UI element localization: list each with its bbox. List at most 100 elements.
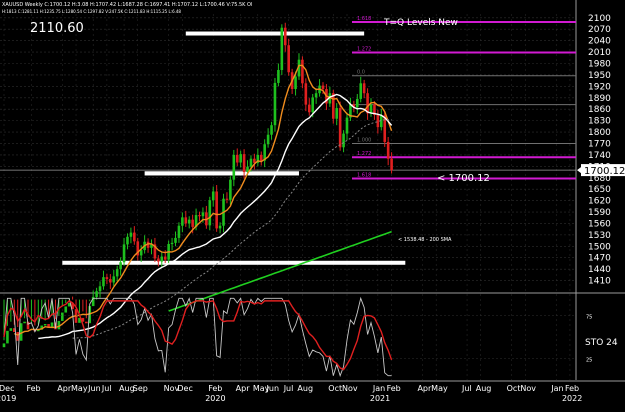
y-tick-label: 1800 [588,128,611,138]
header-ohlc: XAUUSD Weekly C:1700.12 H:3.08 H:1707.42… [2,2,252,8]
candle-body [187,219,191,224]
candle-body [235,154,239,163]
candle-body [177,225,181,238]
candle-body [301,59,304,84]
x-tick-label: Aug [476,384,492,393]
candle-body [215,191,218,229]
candle-body [239,154,242,163]
chart-background [0,0,625,407]
candle-body [157,258,160,262]
x-tick-label: Dec [0,384,14,393]
candle-body [163,256,167,260]
y-tick-label: 1740 [588,151,611,161]
x-year-label: 2022 [562,394,582,403]
y-tick-label: 1890 [588,94,611,104]
x-tick-label: Oct [507,384,521,393]
candle-body [109,279,112,283]
chart-root: 2100 2070 2040 2010 1980 1950 1920 1890 1860 1830… [0,0,625,407]
candle-body [122,244,126,263]
candle-body [280,27,284,70]
candle-body [259,154,263,161]
candle-body [338,108,342,148]
candle-body [335,108,339,119]
fib-level-label: 1.618 [357,16,371,22]
y-tick-label: 1440 [588,265,611,275]
y-tick-label: 1860 [588,105,611,115]
y-tick-label: 1650 [588,185,611,195]
candle-body [184,217,188,224]
x-tick-label: Jul [101,384,112,393]
x-tick-label: Aug [297,384,313,393]
candle-body [225,198,229,200]
candle-body [9,328,13,331]
candle-body [304,83,308,105]
candle-body [198,215,201,217]
y-tick-label: 1590 [588,208,611,218]
candle-body [181,217,184,226]
candle-body [277,69,280,83]
current-level-label: < 1700.12 [437,173,490,184]
candle-body [287,45,290,73]
candle-body [229,179,232,200]
candle-body [270,125,273,135]
candle-body [139,250,143,256]
candle-body [362,83,366,94]
candle-body [342,133,345,148]
candle-body [126,236,129,245]
y-tick-label: 1620 [588,197,611,207]
oscillator-tick-label: 25 [586,358,592,364]
candle-body [112,276,116,283]
candle-body [242,154,246,173]
x-tick-label: Jul [283,384,294,393]
fib-level-label: 1.272 [357,46,371,52]
x-year-label: 2021 [370,394,390,403]
candle-body [174,237,177,243]
fib-level-label: 1.272 [357,151,371,157]
support-zone [62,260,406,265]
x-tick-label: Nov [520,384,536,393]
candle-body [201,212,205,217]
candle-body [160,256,164,262]
candle-body [105,277,109,280]
candle-body [211,191,215,201]
candle-body [386,141,390,159]
x-tick-label: Jun [266,384,280,393]
fib-level-label: 0.0 [357,70,365,76]
x-tick-label: Jan [372,384,385,393]
candle-body [129,232,133,237]
x-tick-label: Feb [565,384,579,393]
candle-body [266,134,270,145]
price-chart[interactable]: 21002070 20402010 198019501920 18901860 1830… [0,0,625,407]
y-tick-label: 1980 [588,60,611,70]
candle-body [191,219,194,227]
y-tick-label: 1470 [588,254,611,264]
fib-level-label: 1.000 [357,137,371,143]
candle-body [85,321,88,324]
x-tick-label: Apr [236,384,251,393]
candle-body [23,321,26,324]
candle-body [61,312,64,321]
y-tick-label: 2010 [588,48,611,58]
candle-body [359,83,363,99]
candle-body [376,114,380,128]
y-tick-label: 1530 [588,231,611,241]
y-tick-label: 1770 [588,139,611,149]
candle-body [311,97,314,113]
y-tick-label: 2040 [588,37,611,47]
x-year-label: 2020 [205,394,225,403]
oscillator-label: STO 24 [585,338,618,348]
y-tick-label: 1920 [588,82,611,92]
candle-body [218,225,222,229]
candle-body [115,269,119,277]
x-tick-label: Nov [342,384,358,393]
candle-body [283,27,287,46]
x-tick-label: Jul [461,384,472,393]
support-zone [185,31,365,36]
x-tick-label: May [431,384,448,393]
candle-body [321,85,325,90]
y-tick-label: 1500 [588,242,611,252]
candle-body [102,277,105,287]
candle-body [64,306,68,313]
oscillator-tick-label: 75 [586,315,592,321]
x-tick-label: Apr [417,384,432,393]
